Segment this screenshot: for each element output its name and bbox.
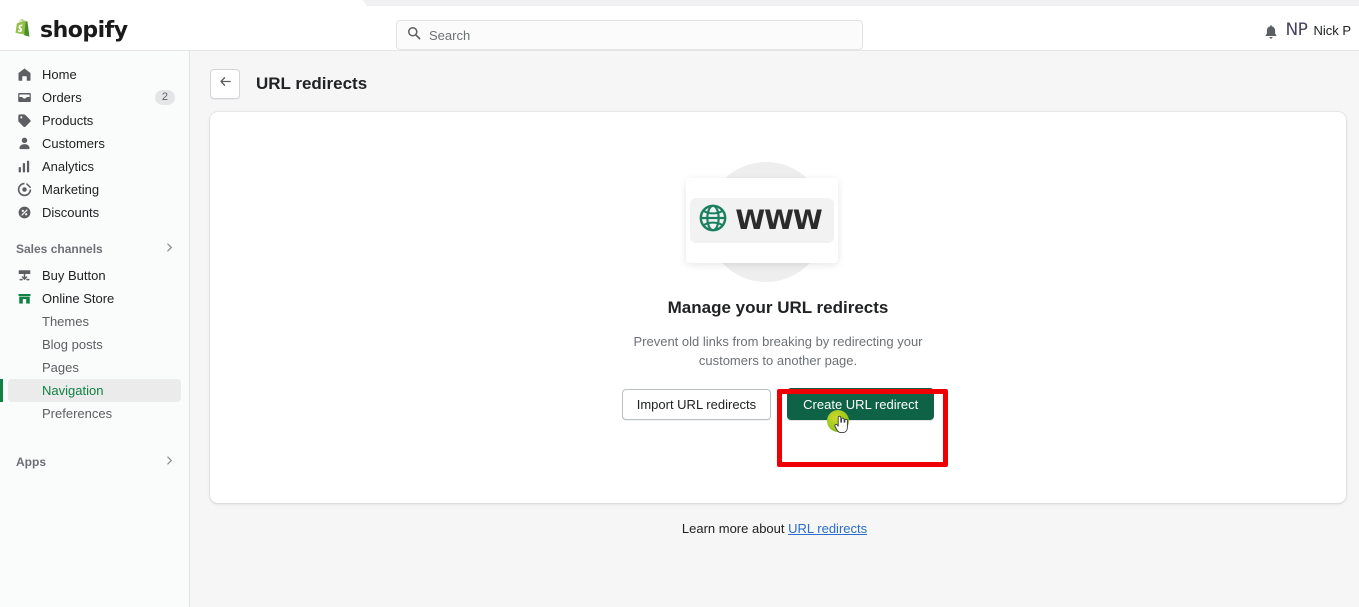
empty-state-actions: Import URL redirects Create URL redirect: [621, 388, 935, 420]
shopify-bag-icon: [12, 18, 34, 43]
url-redirects-link[interactable]: URL redirects: [788, 521, 867, 536]
empty-state: WWW Manage your URL redirects Prevent ol…: [210, 160, 1346, 420]
sidebar-item-label: Home: [42, 67, 77, 82]
sidebar-item-label: Pages: [42, 360, 79, 375]
illustration-www-text: WWW: [735, 205, 822, 236]
back-button[interactable]: [210, 69, 240, 99]
learn-more-footer: Learn more about URL redirects: [190, 521, 1359, 536]
search-icon: [407, 26, 421, 45]
storefront-icon: [16, 291, 32, 307]
sidebar-item-label: Discounts: [42, 205, 100, 220]
chevron-right-icon: [164, 240, 175, 258]
person-icon: [16, 136, 32, 152]
section-title: Sales channels: [16, 242, 103, 256]
search-placeholder: Search: [429, 27, 471, 43]
discount-percent-icon: [16, 205, 32, 221]
illustration-card: WWW: [686, 178, 838, 263]
empty-state-description: Prevent old links from breaking by redir…: [633, 334, 923, 368]
chevron-right-icon: [164, 453, 175, 471]
globe-www-illustration: WWW: [678, 160, 878, 282]
sidebar-item-online-store[interactable]: Online Store: [8, 287, 181, 310]
top-bar: shopify Search NP Nick P: [0, 6, 1359, 51]
sidebar-item-label: Customers: [42, 136, 105, 151]
bell-icon: [1263, 25, 1279, 45]
sidebar-item-orders[interactable]: Orders 2: [8, 86, 181, 109]
learn-more-text: Learn more about: [681, 521, 785, 536]
notifications-button[interactable]: [1263, 24, 1279, 46]
sidebar-item-label: Buy Button: [42, 268, 106, 283]
empty-state-title: Manage your URL redirects: [667, 298, 889, 317]
buy-button-icon: [16, 268, 32, 284]
sidebar-item-label: Preferences: [42, 406, 113, 421]
sidebar-item-pages[interactable]: Pages: [8, 356, 181, 379]
shopify-wordmark: shopify: [40, 18, 128, 43]
sidebar-item-navigation[interactable]: Navigation: [0, 379, 181, 402]
sidebar-item-label: Themes: [42, 314, 89, 329]
search-input[interactable]: Search: [396, 20, 863, 50]
url-redirects-card: WWW Manage your URL redirects Prevent ol…: [210, 112, 1346, 503]
orders-badge: 2: [154, 90, 175, 105]
main-content: URL redirects WWW Manage your URL redire…: [190, 51, 1359, 607]
orders-icon: [16, 90, 32, 106]
sidebar-item-blog-posts[interactable]: Blog posts: [8, 333, 181, 356]
arrow-left-icon: [218, 74, 233, 94]
marketing-target-icon: [16, 182, 32, 198]
sidebar-item-label: Navigation: [42, 383, 104, 398]
user-menu[interactable]: NP Nick P: [1285, 20, 1351, 40]
globe-www-icon: [698, 203, 728, 238]
shopify-logo[interactable]: shopify: [12, 18, 128, 43]
sidebar-item-label: Orders: [42, 90, 82, 105]
sidebar: Home Orders 2 Products Customers Analyti…: [0, 51, 190, 607]
create-url-redirect-button[interactable]: Create URL redirect: [787, 388, 935, 420]
apps-section-header[interactable]: Apps: [16, 453, 175, 471]
sidebar-item-customers[interactable]: Customers: [8, 132, 181, 155]
avatar: NP: [1285, 20, 1308, 40]
page-header: URL redirects: [210, 69, 367, 99]
sidebar-item-analytics[interactable]: Analytics: [8, 155, 181, 178]
sidebar-item-label: Analytics: [42, 159, 95, 174]
sales-channels-section-header[interactable]: Sales channels: [16, 240, 175, 258]
sidebar-item-preferences[interactable]: Preferences: [8, 402, 181, 425]
home-icon: [16, 67, 32, 83]
tag-icon: [16, 113, 32, 129]
sidebar-item-marketing[interactable]: Marketing: [8, 178, 181, 201]
sidebar-item-products[interactable]: Products: [8, 109, 181, 132]
sidebar-item-home[interactable]: Home: [8, 63, 181, 86]
sidebar-item-themes[interactable]: Themes: [8, 310, 181, 333]
sidebar-item-label: Marketing: [42, 182, 100, 197]
user-name: Nick P: [1313, 22, 1351, 38]
sidebar-item-discounts[interactable]: Discounts: [8, 201, 181, 224]
sidebar-item-label: Online Store: [42, 291, 115, 306]
sidebar-item-label: Products: [42, 113, 94, 128]
sidebar-item-label: Blog posts: [42, 337, 103, 352]
illustration-url-pill: WWW: [690, 198, 834, 243]
page-title: URL redirects: [256, 74, 368, 93]
section-title: Apps: [16, 455, 46, 469]
import-url-redirects-button[interactable]: Import URL redirects: [621, 388, 772, 420]
sidebar-item-buy-button[interactable]: Buy Button: [8, 264, 181, 287]
bar-chart-icon: [16, 159, 32, 175]
